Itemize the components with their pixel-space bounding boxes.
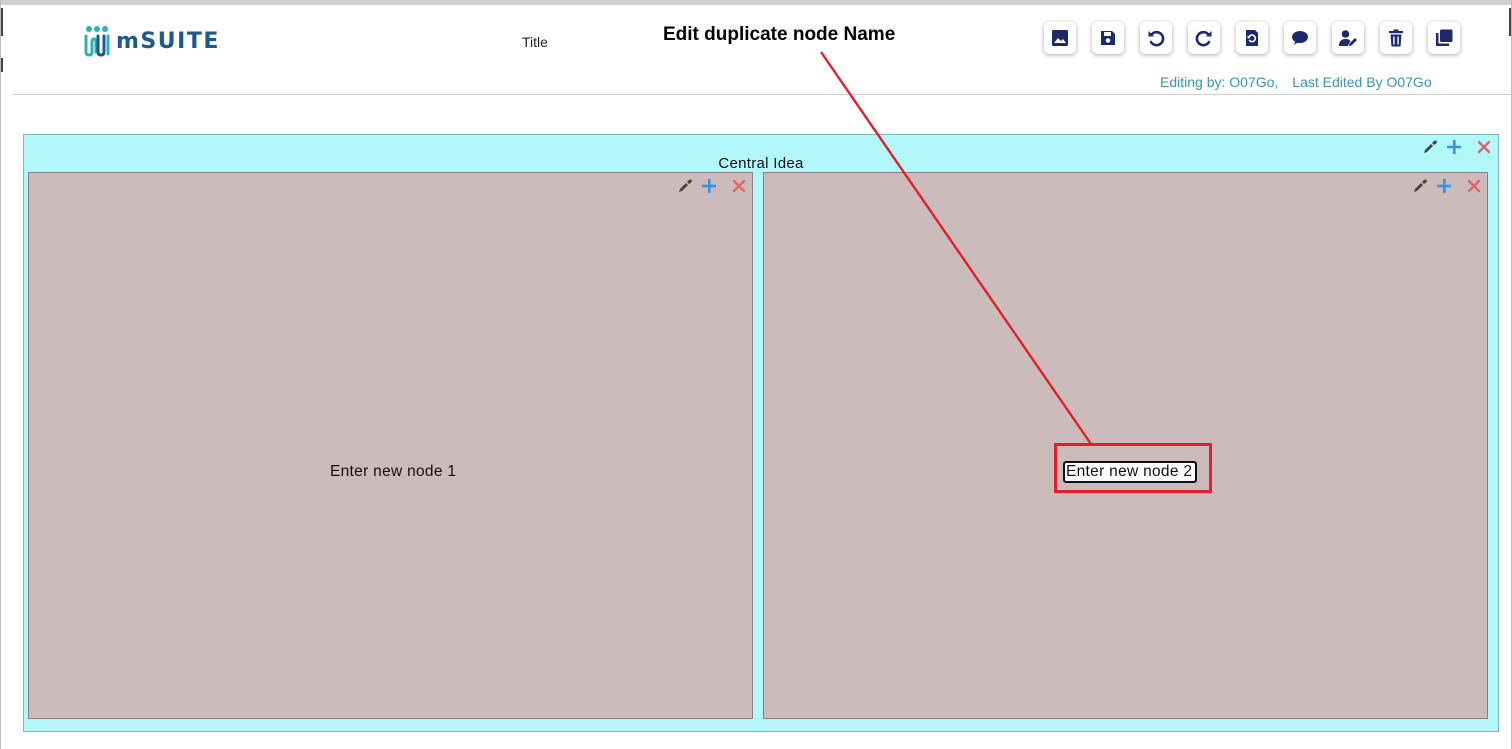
user-edit-icon xyxy=(1339,30,1357,46)
image-icon xyxy=(1052,30,1068,46)
color-picker-icon[interactable] xyxy=(677,178,693,194)
node-name-input[interactable] xyxy=(1063,461,1197,483)
central-node-actions xyxy=(1422,139,1492,155)
app-logo[interactable]: mSUITE xyxy=(83,24,220,58)
delete-button[interactable] xyxy=(1380,22,1412,54)
add-child-icon[interactable] xyxy=(1446,139,1462,155)
child-node-actions xyxy=(677,178,747,194)
delete-node-icon[interactable] xyxy=(1476,139,1492,155)
central-node[interactable]: Central Idea Enter new node 1 Enter new … xyxy=(23,134,1499,732)
header-divider xyxy=(13,94,1512,95)
trash-icon xyxy=(1389,29,1403,47)
window-edge-marker xyxy=(1,8,3,36)
color-picker-icon[interactable] xyxy=(1422,139,1438,155)
last-edited-by-label: Last Edited By O07Go xyxy=(1292,74,1432,90)
redo-button[interactable] xyxy=(1188,22,1220,54)
undo-button[interactable] xyxy=(1140,22,1172,54)
comment-button[interactable] xyxy=(1284,22,1316,54)
add-child-icon[interactable] xyxy=(1436,178,1452,194)
delete-node-icon[interactable] xyxy=(1466,178,1482,194)
toolbar xyxy=(1044,22,1460,54)
color-picker-icon[interactable] xyxy=(1412,178,1428,194)
child-node-1[interactable]: Enter new node 1 xyxy=(28,172,753,719)
central-node-label[interactable]: Central Idea xyxy=(24,155,1498,172)
logo-text: mSUITE xyxy=(116,28,220,54)
child-node-label[interactable]: Enter new node 1 xyxy=(330,463,456,481)
edit-user-button[interactable] xyxy=(1332,22,1364,54)
window-edge-marker xyxy=(1509,8,1511,36)
document-title[interactable]: Title xyxy=(522,34,548,50)
save-icon xyxy=(1101,31,1115,45)
undo-icon xyxy=(1148,30,1165,47)
add-child-icon[interactable] xyxy=(701,178,717,194)
edit-status: Editing by: O07Go, Last Edited By O07Go xyxy=(1160,74,1432,90)
image-button[interactable] xyxy=(1044,22,1076,54)
child-node-actions xyxy=(1412,178,1482,194)
redo-icon xyxy=(1195,30,1212,47)
comment-icon xyxy=(1292,31,1308,45)
annotation-title: Edit duplicate node Name xyxy=(663,24,896,45)
duplicate-button[interactable] xyxy=(1428,22,1460,54)
delete-node-icon[interactable] xyxy=(731,178,747,194)
child-node-2[interactable] xyxy=(763,172,1488,719)
restore-button[interactable] xyxy=(1236,22,1268,54)
copy-icon xyxy=(1436,29,1453,46)
logo-people-icon xyxy=(83,24,111,58)
app-window: mSUITE Title Edit duplicate node Name Ed… xyxy=(0,0,1512,749)
window-edge-marker xyxy=(1,58,3,72)
restore-icon xyxy=(1246,30,1258,46)
save-button[interactable] xyxy=(1092,22,1124,54)
editing-by-label: Editing by: O07Go, xyxy=(1160,74,1279,90)
